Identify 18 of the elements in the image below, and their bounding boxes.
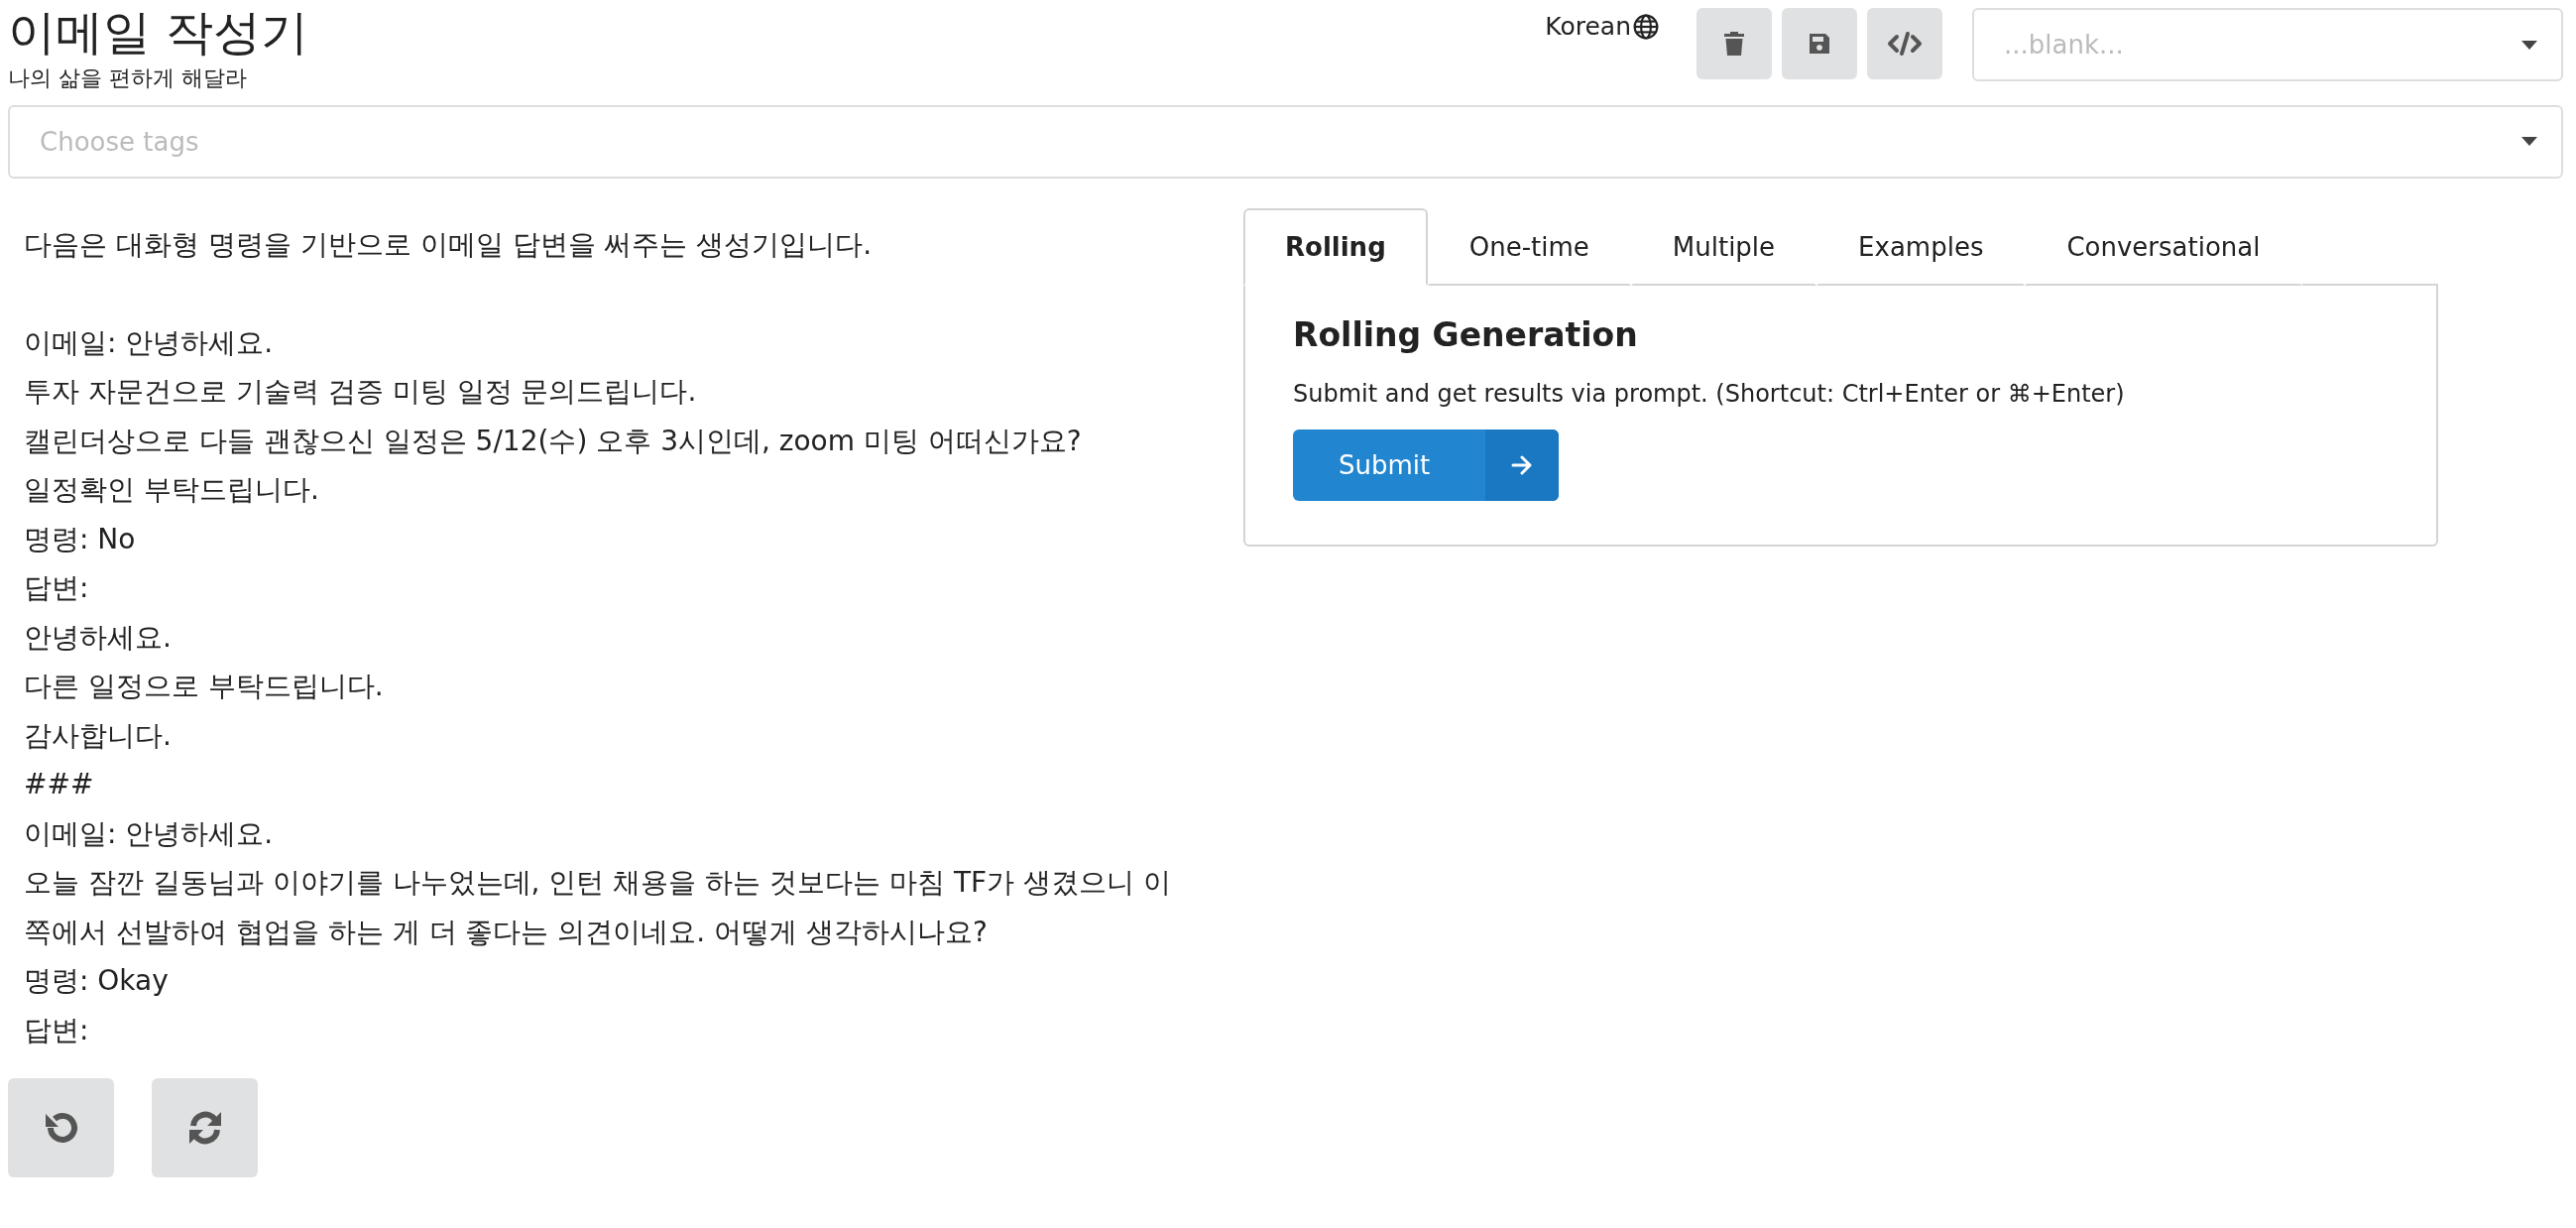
arrow-right-icon [1511, 454, 1534, 475]
caret-down-icon [2521, 40, 2537, 50]
trash-icon [1723, 31, 1745, 57]
panel-description: Submit and get results via prompt. (Shortcut: Ctrl+Enter or ⌘+Enter) [1293, 379, 2126, 408]
undo-button[interactable] [8, 1077, 114, 1177]
language-label[interactable]: Korean [1545, 12, 1631, 41]
delete-button[interactable] [1697, 8, 1772, 79]
save-button[interactable] [1782, 8, 1857, 79]
code-icon [1887, 31, 1923, 57]
caret-down-icon [2521, 137, 2537, 147]
page-subtitle: 나의 삶을 편하게 해달라 [8, 63, 248, 92]
mode-tab[interactable]: Rolling [1243, 207, 1428, 286]
panel-heading: Rolling Generation [1293, 314, 1639, 354]
submit-button[interactable]: Submit [1293, 429, 1560, 501]
page-title: 이메일 작성기 [8, 4, 309, 61]
code-button[interactable] [1867, 8, 1942, 79]
globe-icon[interactable] [1633, 13, 1659, 40]
refresh-button[interactable] [152, 1077, 258, 1177]
